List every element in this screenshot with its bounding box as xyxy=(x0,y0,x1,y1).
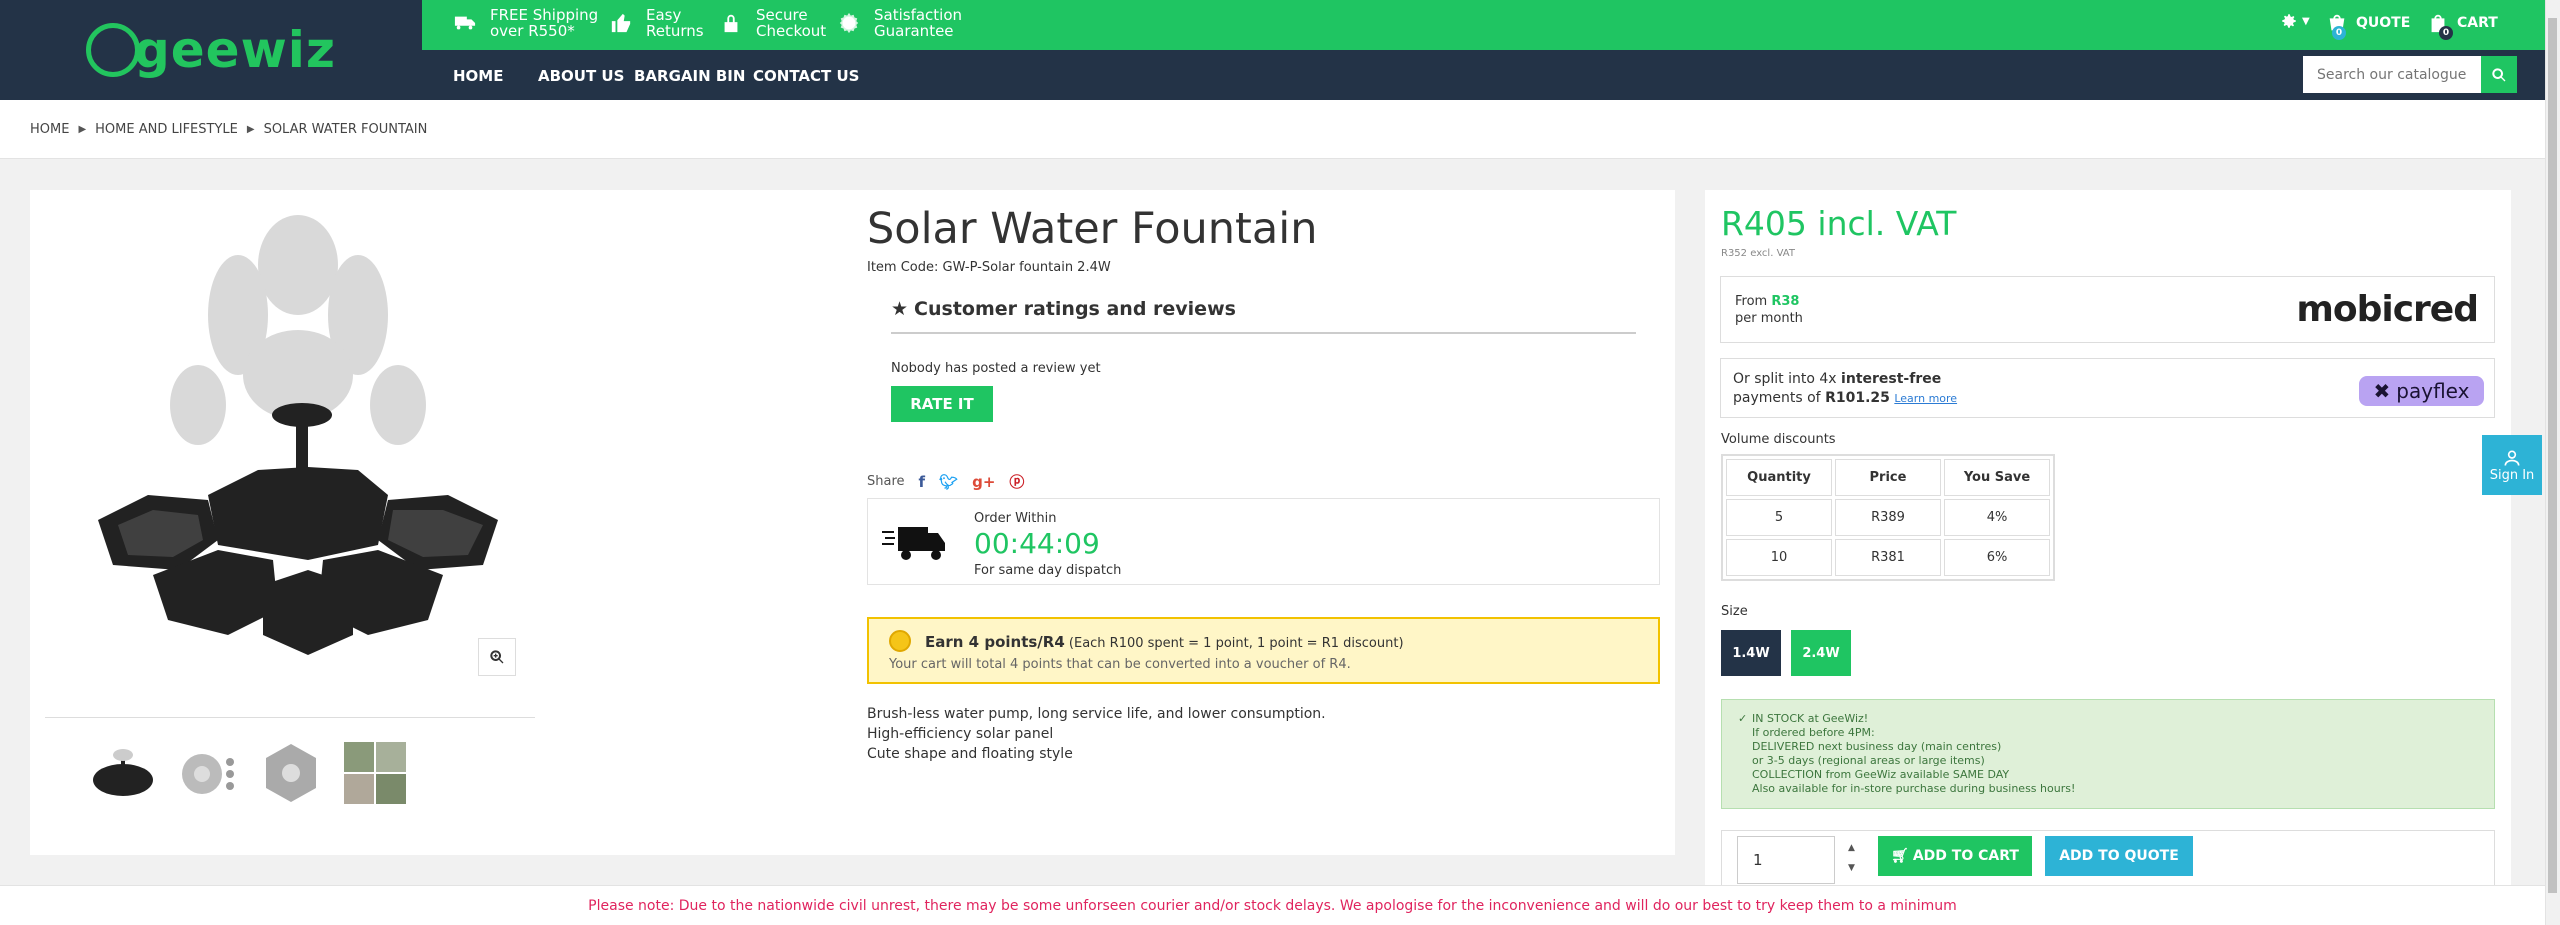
quote-link[interactable]: 0 QUOTE xyxy=(2326,12,2410,40)
feature-item: Brush-less water pump, long service life… xyxy=(867,706,1326,722)
settings-dropdown[interactable]: ▼ xyxy=(2280,12,2310,30)
star-icon: ★ xyxy=(891,298,909,320)
chevron-down-icon[interactable]: ▼ xyxy=(1848,858,1855,878)
badge-icon xyxy=(838,12,860,34)
chevron-down-icon: ▼ xyxy=(2302,15,2310,27)
main-nav: HOME ABOUT US BARGAIN BIN CONTACT US xyxy=(422,50,2545,100)
payflex-learn-more-link[interactable]: Learn more xyxy=(1894,392,1957,405)
reviews-section: ★ Customer ratings and reviews xyxy=(891,298,1636,334)
usp-secure-checkout: Secure Checkout xyxy=(720,7,826,39)
item-code: Item Code: GW-P-Solar fountain 2.4W xyxy=(867,260,1111,275)
search-form xyxy=(2303,56,2517,93)
add-to-cart-button[interactable]: 🛒︎ ADD TO CART xyxy=(1878,836,2032,876)
countdown-timer: 00:44:09 xyxy=(974,527,1100,560)
breadcrumb-home[interactable]: HOME xyxy=(30,122,69,137)
unrest-notice: Please note: Due to the nationwide civil… xyxy=(0,885,2545,925)
google-plus-icon[interactable]: g+ xyxy=(972,473,995,491)
cart-link[interactable]: 0 CART xyxy=(2427,12,2498,40)
usp-easy-returns: Easy Returns xyxy=(610,7,704,39)
product-features: Brush-less water pump, long service life… xyxy=(867,704,1326,764)
table-row: 10 R381 6% xyxy=(1726,539,2050,576)
feature-item: High-efficiency solar panel xyxy=(867,726,1054,742)
quote-icon: 0 xyxy=(2326,12,2348,40)
product-title: Solar Water Fountain xyxy=(867,204,1318,254)
nav-contact-us[interactable]: CONTACT US xyxy=(753,67,859,85)
site-header: geewiz FREE Shipping over R550* Easy Retur… xyxy=(0,0,2545,100)
zoom-button[interactable] xyxy=(478,638,516,676)
thumbnail-2[interactable] xyxy=(172,738,242,808)
dispatch-countdown: Order Within 00:44:09 For same day dispa… xyxy=(867,498,1660,585)
cart-count-badge: 0 xyxy=(2439,26,2453,40)
add-to-quote-button[interactable]: ADD TO QUOTE xyxy=(2045,836,2193,876)
breadcrumb-bar: HOME ▶ HOME AND LIFESTYLE ▶ SOLAR WATER … xyxy=(0,100,2545,159)
fountain-image xyxy=(98,215,498,655)
check-icon: ✓ xyxy=(1738,712,1748,725)
size-option-2-4w[interactable]: 2.4W xyxy=(1791,630,1851,676)
usp-satisfaction: Satisfaction Guarantee xyxy=(838,7,962,39)
price-incl-vat: R405 incl. VAT xyxy=(1721,204,1957,243)
size-option-1-4w[interactable]: 1.4W xyxy=(1721,630,1781,676)
mobicred-logo: mobicred xyxy=(2296,289,2479,330)
breadcrumb-current: SOLAR WATER FOUNTAIN xyxy=(263,122,428,137)
size-label: Size xyxy=(1721,604,1748,619)
product-panel: Solar Water Fountain Item Code: GW-P-Sol… xyxy=(30,190,1675,855)
table-header-row: Quantity Price You Save xyxy=(1726,459,2050,496)
breadcrumb-home-and-lifestyle[interactable]: HOME AND LIFESTYLE xyxy=(95,122,238,137)
thumbs-up-icon xyxy=(610,12,632,34)
fast-truck-icon xyxy=(882,527,945,560)
nav-bargain-bin[interactable]: BARGAIN BIN xyxy=(634,67,745,85)
logo-swirl-icon xyxy=(85,23,140,77)
feature-item: Cute shape and floating style xyxy=(867,746,1073,762)
share-row: Share f 🐦︎ g+ ⓟ xyxy=(867,471,1025,492)
loyalty-points-box: Earn 4 points/R4 (Each R100 spent = 1 po… xyxy=(867,617,1660,684)
thumbnail-divider xyxy=(45,717,535,718)
volume-discounts-table: Quantity Price You Save 5 R389 4% 10 R38… xyxy=(1721,454,2055,581)
cart-icon: 0 xyxy=(2427,12,2453,40)
coin-icon xyxy=(889,630,911,652)
chevron-right-icon: ▶ xyxy=(78,124,87,135)
search-button[interactable] xyxy=(2481,56,2517,93)
breadcrumb: HOME ▶ HOME AND LIFESTYLE ▶ SOLAR WATER … xyxy=(30,122,427,137)
payflex-logo: ✖ payflex xyxy=(2359,376,2484,406)
no-reviews-text: Nobody has posted a review yet xyxy=(891,361,1101,376)
pinterest-icon[interactable]: ⓟ xyxy=(1009,471,1024,492)
thumbnail-1[interactable] xyxy=(88,738,158,808)
search-icon xyxy=(2492,67,2506,81)
product-main-image[interactable] xyxy=(58,205,558,690)
user-icon xyxy=(2504,450,2520,466)
search-input[interactable] xyxy=(2303,56,2481,93)
twitter-icon[interactable]: 🐦︎ xyxy=(939,473,958,491)
stock-status: ✓ IN STOCK at GeeWiz! If ordered before … xyxy=(1721,699,2495,809)
nav-about-us[interactable]: ABOUT US xyxy=(538,67,624,85)
reviews-heading: ★ Customer ratings and reviews xyxy=(891,298,1636,334)
purchase-panel: R405 incl. VAT R352 excl. VAT From R38 p… xyxy=(1705,190,2511,910)
usp-free-shipping: FREE Shipping over R550* xyxy=(454,7,598,39)
volume-discounts-label: Volume discounts xyxy=(1721,432,1836,447)
quantity-stepper[interactable]: ▲ ▼ xyxy=(1848,838,1855,878)
payflex-x-icon: ✖ xyxy=(2373,379,2391,403)
thumbnail-3[interactable] xyxy=(256,738,326,808)
lock-icon xyxy=(720,12,742,34)
zoom-in-icon xyxy=(490,650,504,664)
quote-count-badge: 0 xyxy=(2332,26,2346,40)
facebook-icon[interactable]: f xyxy=(919,473,926,491)
price-excl-vat: R352 excl. VAT xyxy=(1721,248,1795,259)
thumbnail-4[interactable] xyxy=(340,738,410,808)
rate-it-button[interactable]: RATE IT xyxy=(891,386,993,422)
truck-icon xyxy=(454,12,476,34)
chevron-right-icon: ▶ xyxy=(246,124,255,135)
sign-in-button[interactable]: Sign In xyxy=(2482,435,2542,495)
usp-bar: FREE Shipping over R550* Easy Returns Secu… xyxy=(422,0,2545,50)
chevron-up-icon[interactable]: ▲ xyxy=(1848,838,1855,858)
gear-icon xyxy=(2282,14,2296,28)
scrollbar-thumb[interactable] xyxy=(2548,18,2557,893)
cart-icon: 🛒︎ xyxy=(1891,848,1909,864)
logo[interactable]: geewiz xyxy=(0,0,422,100)
payflex-offer: Or split into 4x interest-free payments … xyxy=(1720,358,2495,418)
nav-home[interactable]: HOME xyxy=(453,67,503,85)
quantity-input[interactable]: 1 xyxy=(1737,836,1835,884)
mobicred-offer[interactable]: From R38 per month mobicred xyxy=(1720,276,2495,343)
table-row: 5 R389 4% xyxy=(1726,499,2050,536)
